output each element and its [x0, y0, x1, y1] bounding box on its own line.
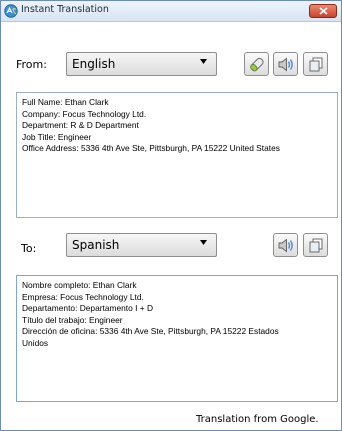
translation-line-address: Dirección de oficina: 5336 4th Ave Ste, … [22, 326, 279, 337]
from-language-select[interactable]: English [66, 52, 217, 76]
translation-line-company: Empresa: Focus Technology Ltd. [22, 291, 144, 302]
from-language-value: English [72, 57, 116, 71]
translation-line-department: Departamento: Departamento I + D [22, 303, 154, 314]
source-line-department: Department: R & D Department [22, 120, 139, 131]
translation-line-name: Nombre completo: Ethan Clark [22, 280, 137, 290]
copy-icon [309, 238, 323, 253]
speak-source-button[interactable] [273, 52, 298, 76]
to-language-select[interactable]: Spanish [66, 233, 217, 257]
speak-translation-button[interactable] [273, 233, 298, 257]
copy-icon [309, 57, 323, 72]
source-line-address: Office Address: 5336 4th Ave Ste, Pittsb… [22, 143, 280, 154]
copy-translation-button[interactable] [303, 233, 328, 257]
source-text-area[interactable]: Full Name: Ethan Clark Company: Focus Te… [16, 92, 338, 218]
instant-translation-window: Instant Translation From: English Full N… [0, 0, 342, 431]
app-translate-icon [4, 4, 18, 18]
clear-source-button[interactable] [244, 52, 269, 76]
source-line-name: Full Name: Ethan Clark [22, 97, 109, 107]
title-bar[interactable]: Instant Translation [1, 1, 341, 22]
speaker-icon [278, 57, 293, 72]
copy-source-button[interactable] [303, 52, 328, 76]
window-title: Instant Translation [21, 4, 109, 15]
translation-text-area[interactable]: Nombre completo: Ethan Clark Empresa: Fo… [16, 275, 338, 402]
chevron-down-icon [200, 59, 207, 64]
speaker-icon [278, 238, 293, 253]
translation-line-address-cont: Unidos [22, 337, 49, 348]
eraser-icon [250, 57, 264, 72]
close-button[interactable] [309, 4, 337, 18]
to-label: To: [21, 242, 37, 255]
attribution-text: Translation from Google. [196, 414, 319, 425]
close-icon [319, 7, 328, 15]
chevron-down-icon [200, 240, 207, 245]
to-language-value: Spanish [72, 238, 120, 252]
source-line-company: Company: Focus Technology Ltd. [22, 108, 147, 119]
translation-line-job-title: Título del trabajo: Engineer [22, 314, 123, 325]
source-line-job-title: Job Title: Engineer [22, 131, 92, 142]
from-label: From: [16, 58, 47, 71]
